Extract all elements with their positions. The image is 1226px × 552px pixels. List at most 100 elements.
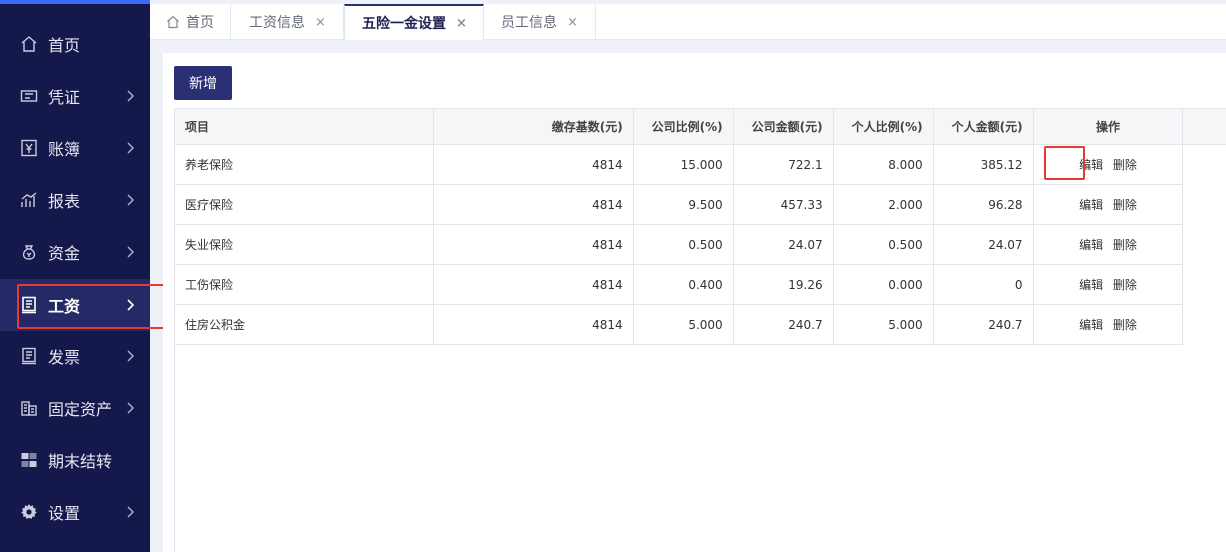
edit-link[interactable]: 编辑: [1079, 158, 1103, 172]
close-icon[interactable]: ×: [315, 15, 326, 30]
sidebar-item-label: 固定资产: [48, 400, 113, 419]
table-row: 住房公积金 4814 5.000 240.7 5.000 240.7 编辑 删除: [174, 304, 1226, 345]
chevron-right-icon: [122, 140, 138, 156]
cell-company-rate: 9.500: [632, 184, 734, 225]
tab-home[interactable]: 首页: [150, 4, 231, 40]
cell-name: 医疗保险: [174, 184, 434, 225]
cell-base: 4814: [432, 144, 634, 185]
delete-link[interactable]: 删除: [1113, 318, 1137, 332]
cell-personal-amount: 96.28: [932, 184, 1034, 225]
sidebar-item-label: 期末结转: [48, 452, 113, 471]
chevron-right-icon: [122, 348, 138, 364]
close-icon[interactable]: ×: [456, 16, 467, 31]
tab-label: 员工信息: [501, 15, 557, 31]
close-icon[interactable]: ×: [567, 15, 578, 30]
cell-company-amount: 457.33: [732, 184, 834, 225]
tab-bar: 首页 工资信息 × 五险一金设置 × 员工信息 ×: [150, 4, 1226, 40]
cell-filler: [1182, 184, 1226, 225]
header-company-rate: 公司比例(%): [632, 108, 734, 145]
cell-filler: [1182, 144, 1226, 185]
invoice-icon: [20, 347, 38, 365]
sidebar-top-accent: [0, 0, 150, 4]
table-row: 医疗保险 4814 9.500 457.33 2.000 96.28 编辑 删除: [174, 184, 1226, 225]
sidebar-item-invoice[interactable]: 发票: [0, 330, 150, 382]
cell-personal-rate: 0.500: [832, 224, 934, 265]
sidebar: 首页 凭证 账簿 报表 资金 工资 发票 固定资产 期末结转 设置: [0, 0, 150, 552]
edit-link[interactable]: 编辑: [1079, 238, 1103, 252]
table-row: 失业保险 4814 0.500 24.07 0.500 24.07 编辑 删除: [174, 224, 1226, 265]
cell-actions: 编辑 删除: [1032, 184, 1184, 225]
sidebar-item-label: 账簿: [48, 140, 81, 159]
chevron-right-icon: [122, 504, 138, 520]
edit-link[interactable]: 编辑: [1079, 278, 1103, 292]
home-icon: [166, 15, 180, 29]
tab-label: 首页: [186, 15, 214, 31]
cell-name: 住房公积金: [174, 304, 434, 345]
table-row: 养老保险 4814 15.000 722.1 8.000 385.12 编辑 删…: [174, 144, 1226, 185]
cell-company-rate: 0.500: [632, 224, 734, 265]
cell-company-amount: 240.7: [732, 304, 834, 345]
delete-link[interactable]: 删除: [1113, 158, 1137, 172]
header-item: 项目: [174, 108, 434, 145]
cell-personal-rate: 2.000: [832, 184, 934, 225]
table-row: 工伤保险 4814 0.400 19.26 0.000 0 编辑 删除: [174, 264, 1226, 305]
cell-personal-amount: 385.12: [932, 144, 1034, 185]
insurance-table: 项目 缴存基数(元) 公司比例(%) 公司金额(元) 个人比例(%) 个人金额(…: [174, 108, 1226, 345]
sidebar-item-funds[interactable]: 资金: [0, 226, 150, 278]
sidebar-item-label: 凭证: [48, 88, 81, 107]
delete-link[interactable]: 删除: [1113, 238, 1137, 252]
header-personal-amount: 个人金额(元): [932, 108, 1034, 145]
add-button[interactable]: 新增: [174, 66, 232, 100]
sidebar-item-home[interactable]: 首页: [0, 18, 150, 70]
cell-personal-rate: 5.000: [832, 304, 934, 345]
chart-icon: [20, 191, 38, 209]
sidebar-item-voucher[interactable]: 凭证: [0, 70, 150, 122]
sidebar-item-period-closing[interactable]: 期末结转: [0, 434, 150, 486]
money-bag-icon: [20, 243, 38, 261]
header-company-amount: 公司金额(元): [732, 108, 834, 145]
cell-personal-amount: 24.07: [932, 224, 1034, 265]
header-filler: [1182, 108, 1226, 145]
cell-filler: [1182, 264, 1226, 305]
sidebar-item-label: 设置: [48, 504, 81, 523]
building-icon: [20, 399, 38, 417]
sidebar-item-ledger[interactable]: 账簿: [0, 122, 150, 174]
sidebar-item-label: 工资: [48, 297, 81, 316]
cell-name: 养老保险: [174, 144, 434, 185]
cell-base: 4814: [432, 224, 634, 265]
chevron-right-icon: [122, 244, 138, 260]
sidebar-item-fixed-assets[interactable]: 固定资产: [0, 382, 150, 434]
cell-filler: [1182, 224, 1226, 265]
tab-salary-info[interactable]: 工资信息 ×: [231, 4, 344, 40]
sidebar-item-label: 资金: [48, 244, 81, 263]
sidebar-item-settings[interactable]: 设置: [0, 486, 150, 538]
cell-name: 工伤保险: [174, 264, 434, 305]
table-left-border: [174, 343, 175, 552]
sidebar-item-payroll[interactable]: 工资: [0, 279, 150, 331]
sidebar-item-label: 报表: [48, 192, 81, 211]
cell-company-amount: 722.1: [732, 144, 834, 185]
cell-company-rate: 5.000: [632, 304, 734, 345]
cell-base: 4814: [432, 264, 634, 305]
delete-link[interactable]: 删除: [1113, 278, 1137, 292]
cell-filler: [1182, 304, 1226, 345]
table-header-row: 项目 缴存基数(元) 公司比例(%) 公司金额(元) 个人比例(%) 个人金额(…: [174, 108, 1226, 145]
cell-personal-rate: 8.000: [832, 144, 934, 185]
sidebar-item-reports[interactable]: 报表: [0, 174, 150, 226]
tab-employee-info[interactable]: 员工信息 ×: [484, 4, 596, 40]
home-icon: [20, 35, 38, 53]
delete-link[interactable]: 删除: [1113, 198, 1137, 212]
tab-social-insurance-settings[interactable]: 五险一金设置 ×: [344, 4, 484, 40]
cell-actions: 编辑 删除: [1032, 144, 1184, 185]
cell-actions: 编辑 删除: [1032, 264, 1184, 305]
cell-base: 4814: [432, 304, 634, 345]
main-content: 新增 项目 缴存基数(元) 公司比例(%) 公司金额(元) 个人比例(%) 个人…: [163, 53, 1226, 552]
edit-link[interactable]: 编辑: [1079, 318, 1103, 332]
cell-name: 失业保险: [174, 224, 434, 265]
cell-company-amount: 24.07: [732, 224, 834, 265]
edit-link[interactable]: 编辑: [1079, 198, 1103, 212]
payroll-icon: [20, 296, 38, 314]
cell-company-rate: 0.400: [632, 264, 734, 305]
header-personal-rate: 个人比例(%): [832, 108, 934, 145]
gear-icon: [20, 503, 38, 521]
